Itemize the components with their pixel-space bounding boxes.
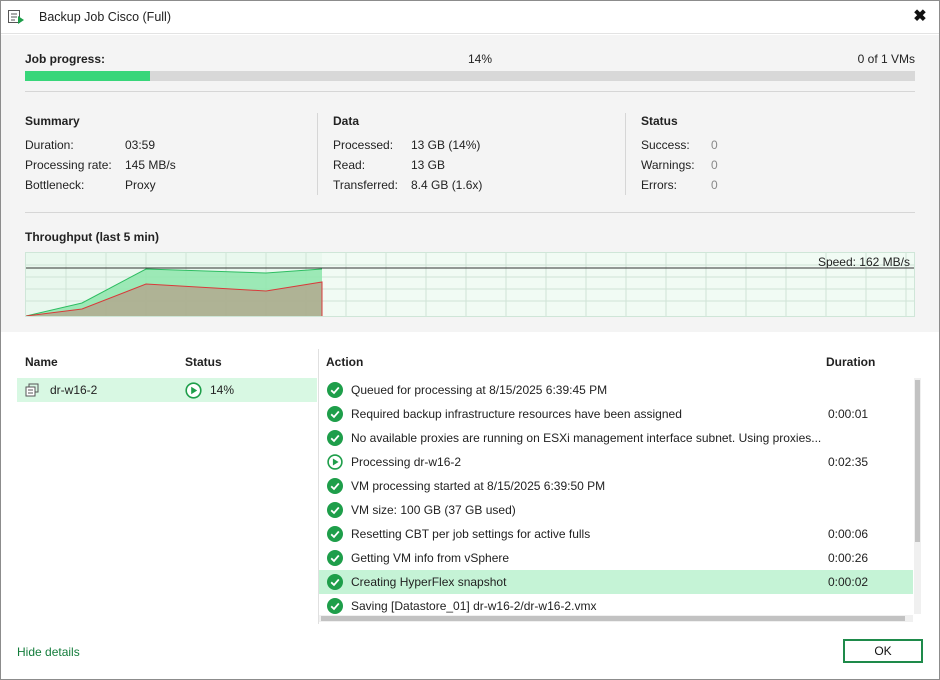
- divider: [317, 113, 318, 195]
- action-duration: 0:00:02: [828, 575, 869, 589]
- check-circle-icon: [327, 598, 343, 614]
- processing-rate-label: Processing rate:: [25, 158, 112, 172]
- action-text: Creating HyperFlex snapshot: [351, 575, 507, 589]
- check-circle-icon: [327, 526, 343, 542]
- action-duration: 0:00:06: [828, 527, 869, 541]
- duration-column-header[interactable]: Duration: [826, 355, 875, 369]
- vm-icon: [25, 383, 39, 397]
- close-button[interactable]: ✖: [909, 7, 931, 29]
- action-row[interactable]: Required backup infrastructure resources…: [319, 402, 913, 426]
- job-icon: [8, 10, 24, 24]
- action-row[interactable]: Getting VM info from vSphere 0:00:26: [319, 546, 913, 570]
- transferred-label: Transferred:: [333, 178, 398, 192]
- job-progress-fill: [25, 71, 150, 81]
- ok-button[interactable]: OK: [843, 639, 923, 663]
- success-label: Success:: [641, 138, 690, 152]
- check-circle-icon: [327, 550, 343, 566]
- action-text: Required backup infrastructure resources…: [351, 407, 682, 421]
- check-circle-icon: [327, 430, 343, 446]
- divider: [25, 91, 915, 92]
- scrollbar-thumb[interactable]: [321, 616, 905, 621]
- check-circle-icon: [327, 382, 343, 398]
- vm-name: dr-w16-2: [50, 383, 98, 397]
- bottleneck-label: Bottleneck:: [25, 178, 85, 192]
- check-circle-icon: [327, 574, 343, 590]
- action-log-vertical-scrollbar[interactable]: [914, 378, 921, 614]
- errors-label: Errors:: [641, 178, 677, 192]
- speed-label: Speed: 162 MB/s: [817, 255, 910, 269]
- action-row[interactable]: Processing dr-w16-2 0:02:35: [319, 450, 913, 474]
- job-progress-label: Job progress:: [25, 52, 106, 66]
- status-column-header[interactable]: Status: [185, 355, 222, 369]
- divider: [25, 212, 915, 213]
- scrollbar-thumb[interactable]: [915, 380, 920, 542]
- play-circle-icon: [185, 382, 202, 399]
- action-log-horizontal-scrollbar[interactable]: [319, 615, 913, 622]
- summary-title: Summary: [25, 114, 80, 128]
- transferred-value: 8.4 GB (1.6x): [411, 178, 483, 192]
- vm-status: 14%: [210, 383, 235, 397]
- job-progress-bar: [25, 71, 915, 81]
- action-column-header[interactable]: Action: [326, 355, 363, 369]
- action-text: Processing dr-w16-2: [351, 455, 462, 469]
- action-duration: 0:00:01: [828, 407, 869, 421]
- duration-value: 03:59: [125, 138, 156, 152]
- action-text: Queued for processing at 8/15/2025 6:39:…: [351, 383, 608, 397]
- window-title: Backup Job Cisco (Full): [39, 10, 171, 24]
- processed-label: Processed:: [333, 138, 394, 152]
- action-row[interactable]: Resetting CBT per job settings for activ…: [319, 522, 913, 546]
- backup-job-window: Backup Job Cisco (Full) ✖ Job progress: …: [0, 0, 940, 680]
- throughput-chart: Speed: 162 MB/s: [25, 252, 915, 317]
- processing-rate-value: 145 MB/s: [125, 158, 176, 172]
- name-column-header[interactable]: Name: [25, 355, 58, 369]
- play-circle-icon: [327, 454, 343, 470]
- duration-label: Duration:: [25, 138, 74, 152]
- bottleneck-value: Proxy: [125, 178, 156, 192]
- status-title: Status: [641, 114, 678, 128]
- data-title: Data: [333, 114, 360, 128]
- action-duration: 0:00:26: [828, 551, 869, 565]
- read-label: Read:: [333, 158, 366, 172]
- throughput-title: Throughput (last 5 min): [25, 230, 159, 244]
- action-text: Getting VM info from vSphere: [351, 551, 510, 565]
- check-circle-icon: [327, 478, 343, 494]
- check-circle-icon: [327, 502, 343, 518]
- action-row[interactable]: No available proxies are running on ESXi…: [319, 426, 913, 450]
- warnings-label: Warnings:: [641, 158, 695, 172]
- processed-value: 13 GB (14%): [411, 138, 481, 152]
- divider: [625, 113, 626, 195]
- action-text: VM processing started at 8/15/2025 6:39:…: [351, 479, 606, 493]
- errors-value: 0: [711, 178, 718, 192]
- title-bar: Backup Job Cisco (Full) ✖: [1, 1, 939, 34]
- throughput-graph: [26, 253, 914, 316]
- read-value: 13 GB: [411, 158, 446, 172]
- vm-action-pane: Name Status Action Duration dr-w16-2 14%…: [1, 332, 939, 679]
- hide-details-link[interactable]: Hide details: [17, 645, 80, 659]
- details-panel: Job progress: 14% 0 of 1 VMs Summary Dur…: [1, 35, 939, 332]
- job-progress-percent: 14%: [468, 52, 493, 66]
- success-value: 0: [711, 138, 718, 152]
- action-text: No available proxies are running on ESXi…: [351, 431, 822, 445]
- action-row-selected[interactable]: Creating HyperFlex snapshot 0:00:02: [319, 570, 913, 594]
- action-text: Saving [Datastore_01] dr-w16-2/dr-w16-2.…: [351, 599, 597, 613]
- action-row[interactable]: Queued for processing at 8/15/2025 6:39:…: [319, 378, 913, 402]
- action-log: Queued for processing at 8/15/2025 6:39:…: [319, 378, 913, 614]
- check-circle-icon: [327, 406, 343, 422]
- action-text: VM size: 100 GB (37 GB used): [351, 503, 516, 517]
- vms-count: 0 of 1 VMs: [857, 52, 915, 66]
- warnings-value: 0: [711, 158, 718, 172]
- action-row[interactable]: VM size: 100 GB (37 GB used): [319, 498, 913, 522]
- action-text: Resetting CBT per job settings for activ…: [351, 527, 591, 541]
- action-row[interactable]: Saving [Datastore_01] dr-w16-2/dr-w16-2.…: [319, 594, 913, 614]
- action-duration: 0:02:35: [828, 455, 869, 469]
- action-row[interactable]: VM processing started at 8/15/2025 6:39:…: [319, 474, 913, 498]
- vm-row[interactable]: dr-w16-2 14%: [17, 378, 317, 402]
